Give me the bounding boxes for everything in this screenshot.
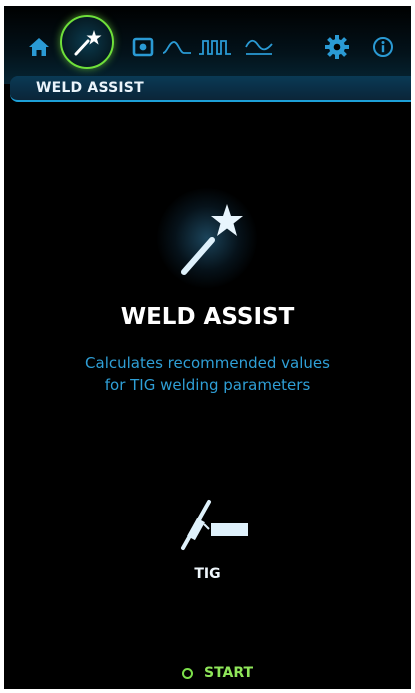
description-line-2: for TIG welding parameters xyxy=(104,376,311,394)
memory-icon[interactable] xyxy=(124,28,162,66)
magic-wand-nav-button[interactable] xyxy=(60,15,114,69)
description: Calculates recommended values for TIG we… xyxy=(4,352,411,396)
ac-wave-icon[interactable] xyxy=(240,28,278,66)
magic-wand-icon xyxy=(74,30,102,56)
section-title: WELD ASSIST xyxy=(36,80,144,96)
start-label: START xyxy=(204,665,254,681)
gear-icon[interactable] xyxy=(318,28,356,66)
start-button[interactable]: START xyxy=(182,663,253,683)
page-title: WELD ASSIST xyxy=(120,304,295,330)
tig-torch-icon[interactable] xyxy=(171,496,253,558)
pulse-curve-icon[interactable] xyxy=(158,28,196,66)
weld-assist-screen: WELD ASSIST WELD ASSIST Calculates recom… xyxy=(4,6,411,689)
process-label[interactable]: TIG xyxy=(4,566,411,582)
section-header: WELD ASSIST xyxy=(10,76,411,102)
square-wave-icon[interactable] xyxy=(196,28,234,66)
magic-wand-icon xyxy=(172,196,246,282)
info-icon[interactable] xyxy=(364,28,402,66)
home-icon[interactable] xyxy=(20,28,58,66)
description-line-1: Calculates recommended values xyxy=(85,354,330,372)
start-circle-icon xyxy=(182,667,193,679)
top-navigation-bar xyxy=(4,6,411,84)
